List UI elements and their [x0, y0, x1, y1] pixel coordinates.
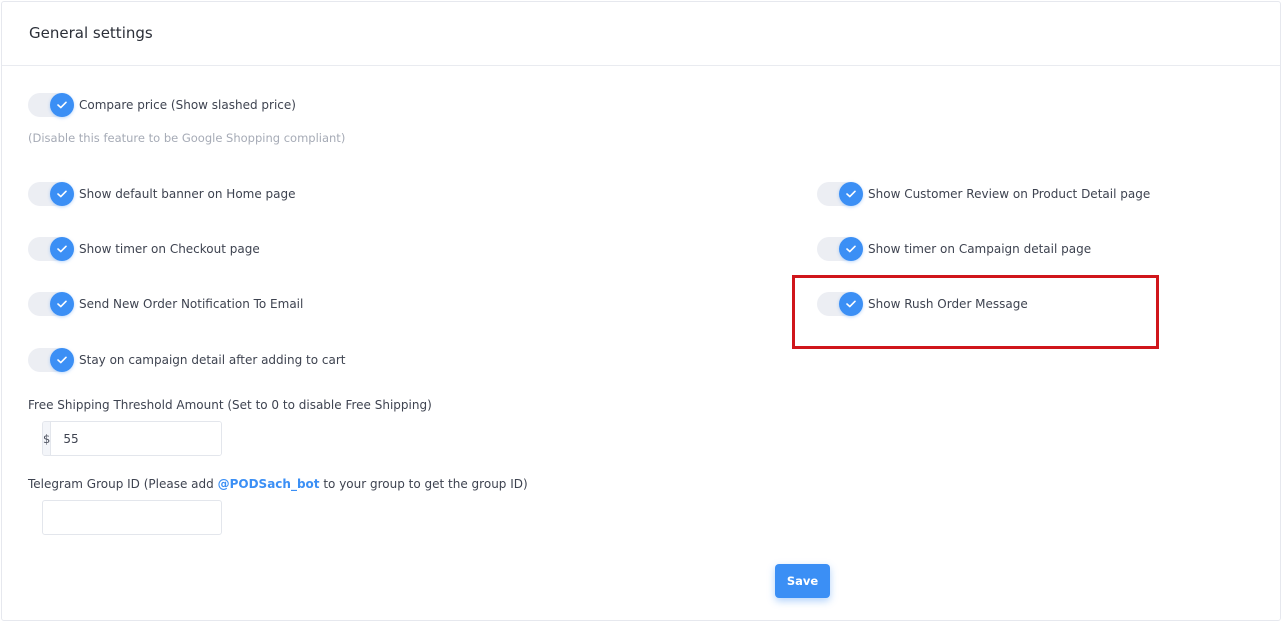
- toggle-row-timer-checkout: Show timer on Checkout page: [28, 237, 260, 261]
- card-header: General settings: [2, 2, 1280, 66]
- compare-price-toggle[interactable]: [28, 93, 74, 117]
- toggle-row-order-notification: Send New Order Notification To Email: [28, 292, 303, 316]
- order-notification-toggle[interactable]: [28, 292, 74, 316]
- customer-review-label: Show Customer Review on Product Detail p…: [868, 187, 1151, 201]
- default-banner-toggle[interactable]: [28, 182, 74, 206]
- free-shipping-input-group: $: [42, 421, 222, 456]
- rush-order-toggle[interactable]: [817, 292, 863, 316]
- default-banner-label: Show default banner on Home page: [79, 187, 296, 201]
- telegram-group-id-input[interactable]: [42, 500, 222, 535]
- timer-campaign-toggle[interactable]: [817, 237, 863, 261]
- telegram-label-prefix: Telegram Group ID (Please add: [28, 477, 218, 491]
- stay-on-campaign-toggle[interactable]: [28, 348, 74, 372]
- toggle-row-default-banner: Show default banner on Home page: [28, 182, 296, 206]
- toggle-row-stay-on-campaign: Stay on campaign detail after adding to …: [28, 348, 346, 372]
- toggle-row-compare-price: Compare price (Show slashed price): [28, 93, 296, 117]
- toggle-row-customer-review: Show Customer Review on Product Detail p…: [817, 182, 1150, 206]
- check-icon: [50, 182, 74, 206]
- stay-on-campaign-label: Stay on campaign detail after adding to …: [79, 353, 346, 367]
- telegram-label: Telegram Group ID (Please add @PODSach_b…: [28, 477, 528, 491]
- check-icon: [839, 237, 863, 261]
- compare-price-label: Compare price (Show slashed price): [79, 98, 296, 112]
- page-title: General settings: [29, 24, 153, 42]
- toggle-row-rush-order: Show Rush Order Message: [817, 292, 1028, 316]
- timer-campaign-label: Show timer on Campaign detail page: [868, 242, 1092, 256]
- check-icon: [839, 292, 863, 316]
- google-shopping-hint: (Disable this feature to be Google Shopp…: [28, 131, 346, 145]
- save-button[interactable]: Save: [775, 564, 830, 598]
- currency-prefix: $: [43, 422, 52, 455]
- free-shipping-amount-input[interactable]: [51, 422, 221, 455]
- customer-review-toggle[interactable]: [817, 182, 863, 206]
- check-icon: [839, 182, 863, 206]
- check-icon: [50, 237, 74, 261]
- toggle-row-timer-campaign: Show timer on Campaign detail page: [817, 237, 1091, 261]
- telegram-bot-name: @PODSach_bot: [217, 477, 320, 491]
- rush-order-label: Show Rush Order Message: [868, 297, 1028, 311]
- check-icon: [50, 348, 74, 372]
- free-shipping-label: Free Shipping Threshold Amount (Set to 0…: [28, 398, 432, 412]
- timer-checkout-label: Show timer on Checkout page: [79, 242, 260, 256]
- check-icon: [50, 292, 74, 316]
- check-icon: [50, 93, 74, 117]
- telegram-label-suffix: to your group to get the group ID): [319, 477, 528, 491]
- timer-checkout-toggle[interactable]: [28, 237, 74, 261]
- order-notification-label: Send New Order Notification To Email: [79, 297, 304, 311]
